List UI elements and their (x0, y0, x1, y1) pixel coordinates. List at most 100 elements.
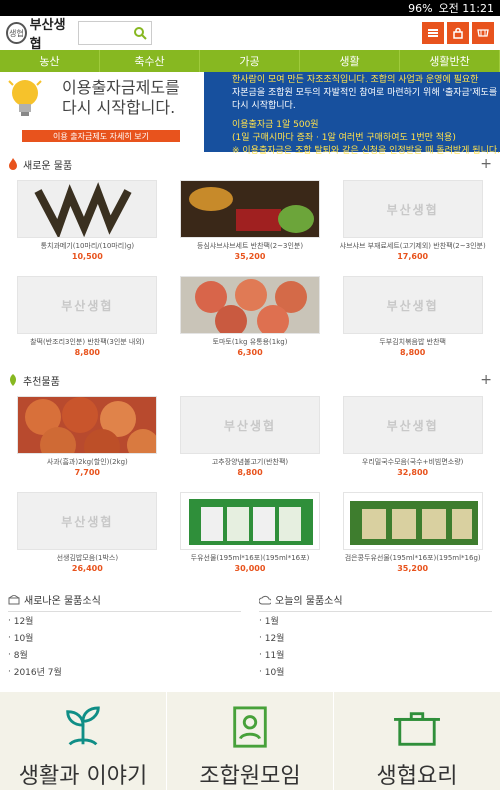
product-card[interactable]: 사과(흠과)2kg(할인)(2kg) 7,700 (6, 392, 169, 488)
product-price: 17,600 (397, 252, 429, 261)
main-nav: 농산 축수산 가공 생활 생활반찬 (0, 50, 500, 72)
cart-button[interactable] (472, 22, 494, 44)
product-card[interactable]: 두유선물(195ml*16포)(195ml*16포) 30,000 (169, 488, 332, 584)
news-item[interactable]: · 10월 (259, 663, 492, 680)
top-bar: 생협 부산생협 (0, 16, 500, 52)
product-card[interactable]: 부산생협 우리밀국수모음(국수+비빔면소량) 32,800 (331, 392, 494, 488)
product-image[interactable] (179, 492, 320, 550)
news-header: 오늘의 물품소식 (259, 592, 492, 612)
news-item-text: 11월 (264, 651, 285, 661)
news-item[interactable]: · 2016년 7월 (8, 663, 241, 680)
battery-text: 96% (408, 1, 433, 15)
recommended-grid: 사과(흠과)2kg(할인)(2kg) 7,700 부산생협 고추장양념불고기(반… (0, 392, 500, 584)
product-card[interactable]: 부산생협 고추장양념불고기(반찬팩) 8,800 (169, 392, 332, 488)
product-image[interactable] (179, 276, 320, 334)
product-price: 8,800 (74, 348, 100, 357)
banner-detail-button[interactable]: 이용 출자금제도 자세히 보기 (22, 130, 180, 142)
nav-item-side-dish[interactable]: 생활반찬 (400, 50, 500, 72)
today-news: 오늘의 물품소식 · 1월 · 12월 · 11월 · 10월 (259, 592, 492, 688)
product-image[interactable] (17, 180, 158, 238)
product-name: 토마토(1kg 유통용(1kg) (212, 338, 288, 346)
product-price: 7,700 (74, 468, 100, 477)
more-icon[interactable]: + (480, 156, 492, 172)
product-card[interactable]: 부산생협 선생김밥모음(1박스) 26,400 (6, 488, 169, 584)
banner-text: 한사람이 모여 만든 자조조직입니다. 조합의 사업과 운영에 필요한 (232, 75, 479, 85)
banner-text: (1일 구매시마다 증좌 · 1알 여러번 구매하여도 1번만 적용) (232, 133, 456, 143)
news-item[interactable]: · 11월 (259, 646, 492, 663)
product-card[interactable]: 토마토(1kg 유통용(1kg) 6,300 (169, 272, 332, 368)
sprout-icon (66, 706, 100, 746)
product-image[interactable] (17, 396, 158, 454)
product-name: 두부김치볶음밥 반찬팩 (379, 338, 446, 346)
bottom-link-members[interactable]: 조합원모임 (167, 692, 334, 790)
product-card[interactable]: 통치과메기(10마리/(10마리)g) 10,500 (6, 176, 169, 272)
product-price: 30,000 (234, 564, 266, 573)
contact-book-icon (233, 706, 267, 748)
product-card[interactable]: 검은콩두유선물(195ml*16포)(195ml*16g) 35,200 (331, 488, 494, 584)
logo[interactable]: 생협 부산생협 (6, 18, 74, 52)
bottom-link-recipes[interactable]: 생협요리 (334, 692, 500, 790)
new-items-news: 새로나온 물품소식 · 12월 · 10월 · 8월 · 2016년 7월 (8, 592, 241, 688)
news-item[interactable]: · 1월 (259, 612, 492, 629)
search-button[interactable] (131, 24, 149, 42)
product-name: 검은콩두유선물(195ml*16포)(195ml*16g) (344, 554, 481, 562)
product-name: 등심샤브샤브세트 반찬팩(2~3인분) (196, 242, 304, 250)
new-products-header: 새로운 물품 + (0, 152, 500, 176)
product-image[interactable] (179, 180, 320, 238)
nav-item-living[interactable]: 생활 (300, 50, 400, 72)
nav-item-processed[interactable]: 가공 (200, 50, 300, 72)
news-section: 새로나온 물품소식 · 12월 · 10월 · 8월 · 2016년 7월 오늘… (0, 584, 500, 688)
section-title: 새로운 물품 (23, 160, 73, 172)
bottom-link-life-story[interactable]: 생활과 이야기 (0, 692, 167, 790)
product-name: 통치과메기(10마리/(10마리)g) (40, 242, 135, 250)
product-card[interactable]: 부산생협 두부김치볶음밥 반찬팩 8,800 (331, 272, 494, 368)
flame-icon (9, 158, 17, 170)
news-title: 새로나온 물품소식 (24, 596, 101, 607)
product-image-placeholder[interactable]: 부산생협 (179, 396, 320, 454)
search-input[interactable] (78, 21, 152, 45)
product-name: 고추장양념불고기(반찬팩) (211, 458, 289, 466)
product-image-placeholder[interactable]: 부산생협 (17, 276, 158, 334)
cloud-icon (259, 595, 271, 604)
product-image[interactable] (342, 492, 483, 550)
nav-item-livestock[interactable]: 축수산 (100, 50, 200, 72)
bottom-link-label: 생협요리 (376, 764, 458, 789)
product-price: 35,200 (397, 564, 429, 573)
status-bar: 96% 오전 11:21 (0, 0, 500, 16)
product-image-placeholder[interactable]: 부산생협 (17, 492, 158, 550)
product-image-placeholder[interactable]: 부산생협 (342, 396, 483, 454)
news-item-text: 12월 (13, 617, 34, 627)
more-icon[interactable]: + (480, 372, 492, 388)
product-image-placeholder[interactable]: 부산생협 (342, 180, 483, 238)
banner-right: 한사람이 모여 만든 자조조직입니다. 조합의 사업과 운영에 필요한 자본금을… (204, 72, 500, 156)
product-card[interactable]: 부산생협 찰떡(반조리3인분) 반찬팩(3인분 내외) 8,800 (6, 272, 169, 368)
news-item-text: 2016년 7월 (13, 668, 62, 678)
logo-text: 부산생협 (29, 18, 66, 52)
product-price: 32,800 (397, 468, 429, 477)
banner-text: 자본금을 조합원 모두의 자발적인 참여로 마련하기 위해 '출자금'제도를 (232, 88, 498, 98)
top-icons (422, 22, 494, 44)
lock-button[interactable] (447, 22, 469, 44)
news-item[interactable]: · 10월 (8, 629, 241, 646)
product-price: 8,800 (400, 348, 426, 357)
cart-icon (477, 29, 489, 37)
search-icon (134, 27, 147, 40)
news-item[interactable]: · 8월 (8, 646, 241, 663)
news-item[interactable]: · 12월 (259, 629, 492, 646)
logo-mark: 생협 (6, 22, 27, 44)
product-price: 10,500 (71, 252, 103, 261)
news-item[interactable]: · 12월 (8, 612, 241, 629)
lock-icon (453, 27, 463, 39)
news-item-text: 12월 (264, 634, 285, 644)
product-name: 샤브샤브 부재료세트(고기제외) 반찬팩(2~3인분) (339, 242, 486, 250)
menu-button[interactable] (422, 22, 444, 44)
banner-text: 다시 시작합니다. (232, 101, 296, 111)
product-card[interactable]: 부산생협 샤브샤브 부재료세트(고기제외) 반찬팩(2~3인분) 17,600 (331, 176, 494, 272)
lightbulb-icon (8, 80, 42, 116)
nav-item-agri[interactable]: 농산 (0, 50, 100, 72)
product-image-placeholder[interactable]: 부산생협 (342, 276, 483, 334)
promo-banner[interactable]: 이용출자금제도를 다시 시작합니다. 이용 출자금제도 자세히 보기 한사람이 … (0, 72, 500, 156)
news-item-text: 8월 (13, 651, 28, 661)
banner-title-line1: 이용출자금제도를 (62, 78, 180, 97)
product-card[interactable]: 등심샤브샤브세트 반찬팩(2~3인분) 35,200 (169, 176, 332, 272)
